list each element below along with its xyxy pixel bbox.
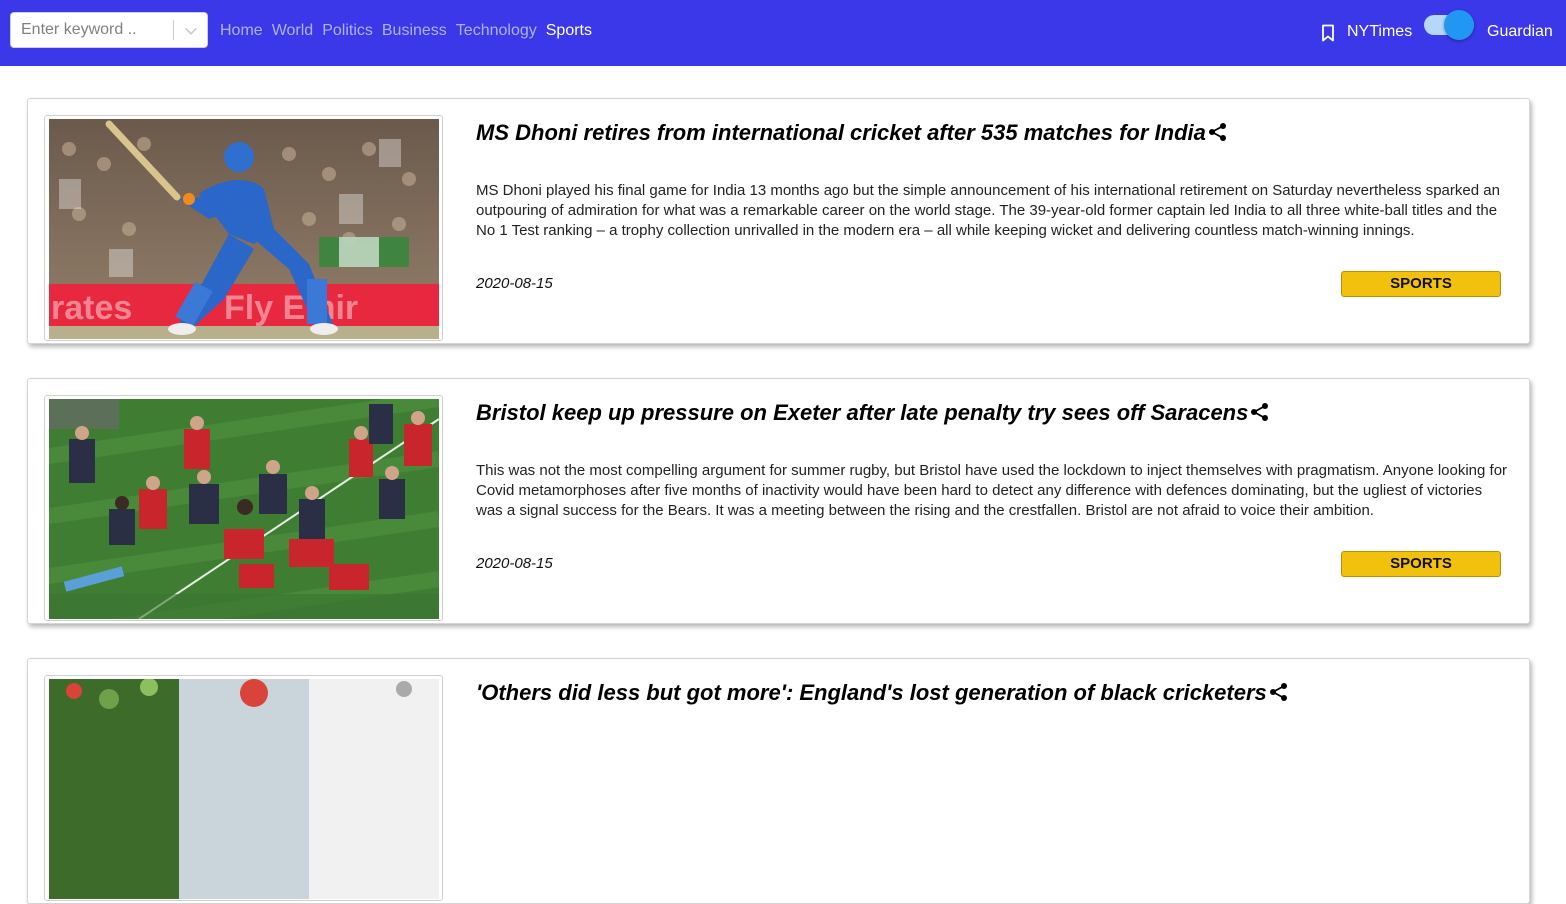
cricketers-photo [49, 679, 439, 899]
nav-link-sports[interactable]: Sports [546, 20, 592, 42]
article-card[interactable]: 'Others did less but got more': England'… [27, 658, 1530, 904]
rugby-photo [49, 399, 439, 619]
svg-text:rates: rates [51, 289, 132, 327]
article-description: This was not the most compelling argumen… [476, 462, 1508, 519]
share-icon[interactable] [1269, 682, 1289, 702]
article-title[interactable]: Bristol keep up pressure on Exeter after… [476, 399, 1270, 427]
nav-link-world[interactable]: World [272, 20, 314, 42]
source-label-guardian: Guardian [1487, 23, 1553, 40]
share-icon[interactable] [1208, 122, 1228, 142]
chevron-down-icon[interactable] [182, 22, 200, 40]
article-date: 2020-08-15 [476, 555, 553, 572]
dropdown-separator [173, 20, 174, 40]
article-thumbnail [44, 395, 443, 621]
nav-link-technology[interactable]: Technology [456, 20, 537, 42]
article-card[interactable]: rates Fly Emir MS Dhoni retires from inte… [27, 98, 1530, 344]
article-thumbnail: rates Fly Emir [44, 115, 443, 341]
article-date: 2020-08-15 [476, 275, 553, 292]
nav-link-business[interactable]: Business [382, 20, 447, 42]
article-card[interactable]: Bristol keep up pressure on Exeter after… [27, 378, 1530, 624]
section-nav: Home World Politics Business Technology … [220, 20, 592, 42]
nav-link-politics[interactable]: Politics [322, 20, 373, 42]
keyword-search-select[interactable] [10, 12, 208, 48]
section-badge: SPORTS [1341, 271, 1501, 297]
section-badge: SPORTS [1341, 551, 1501, 577]
article-thumbnail [44, 675, 443, 901]
article-title[interactable]: 'Others did less but got more': England'… [476, 679, 1289, 707]
bookmark-icon[interactable] [1320, 24, 1336, 42]
article-title[interactable]: MS Dhoni retires from international cric… [476, 119, 1228, 147]
toggle-knob[interactable] [1444, 10, 1474, 40]
share-icon[interactable] [1250, 402, 1270, 422]
search-input[interactable] [11, 13, 171, 47]
svg-text:Fly Emir: Fly Emir [224, 289, 358, 327]
source-label-nytimes: NYTimes [1347, 23, 1413, 40]
nav-link-home[interactable]: Home [220, 20, 263, 42]
top-navbar: Home World Politics Business Technology … [0, 0, 1566, 66]
article-description: MS Dhoni played his final game for India… [476, 182, 1500, 239]
source-toggle-switch[interactable] [1424, 10, 1476, 40]
cricket-photo: rates Fly Emir [49, 119, 439, 339]
